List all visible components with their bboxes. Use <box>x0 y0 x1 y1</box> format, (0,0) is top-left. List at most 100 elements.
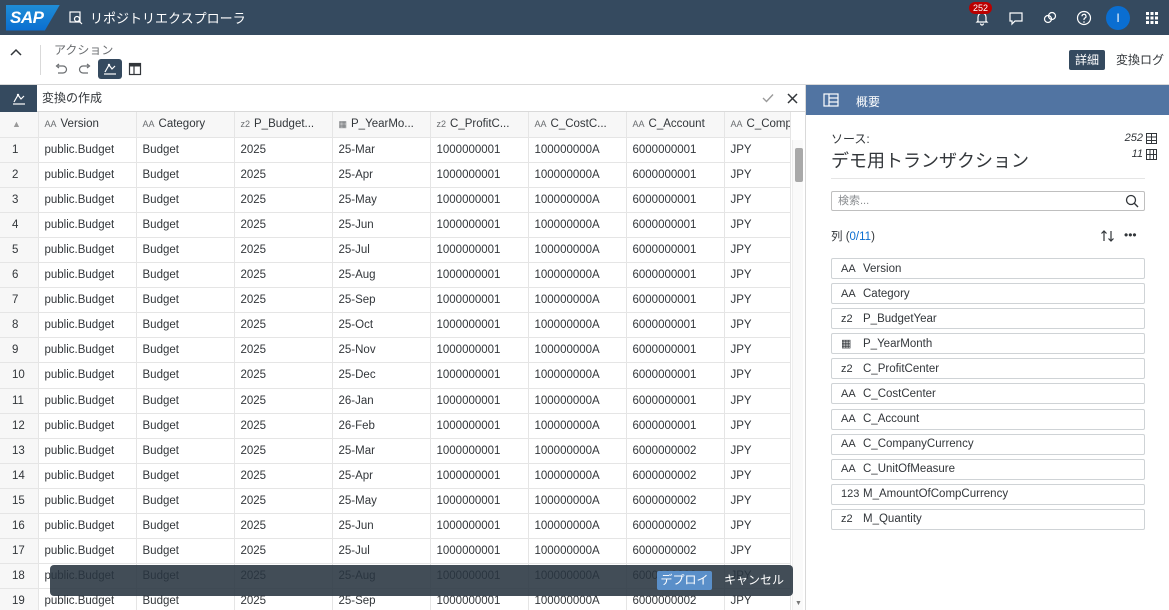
table-cell[interactable]: 100000000A <box>528 337 627 364</box>
row-number[interactable]: 6 <box>0 262 39 289</box>
table-cell[interactable]: Budget <box>136 388 235 414</box>
table-cell[interactable]: 2025 <box>234 187 333 213</box>
table-cell[interactable]: 2025 <box>234 438 333 464</box>
table-cell[interactable]: 1000000001 <box>430 212 529 238</box>
table-cell[interactable]: public.Budget <box>38 388 137 414</box>
table-cell[interactable]: 1000000001 <box>430 287 529 314</box>
table-cell[interactable]: 1000000001 <box>430 388 529 414</box>
table-cell[interactable]: 2025 <box>234 513 333 540</box>
column-list-item[interactable]: AA C_CompanyCurrency <box>831 433 1145 455</box>
deploy-button[interactable]: デプロイ <box>657 571 712 590</box>
table-row[interactable]: 5 public.Budget Budget 2025 25-Jul 1000000001… <box>0 237 791 264</box>
table-cell[interactable]: JPY <box>724 362 791 389</box>
table-cell[interactable]: 6000000001 <box>626 287 725 314</box>
table-cell[interactable]: 25-May <box>332 187 431 213</box>
table-row[interactable]: 9 public.Budget Budget 2025 25-Nov 1000000001… <box>0 337 791 364</box>
table-cell[interactable]: JPY <box>724 388 791 414</box>
table-cell[interactable]: 6000000001 <box>626 237 725 264</box>
table-cell[interactable]: 25-Jun <box>332 513 431 540</box>
table-row[interactable]: 15 public.Budget Budget 2025 25-May 100000000… <box>0 488 791 515</box>
table-cell[interactable]: Budget <box>136 438 235 464</box>
table-cell[interactable]: 6000000001 <box>626 187 725 213</box>
column-list-item[interactable]: z2 C_ProfitCenter <box>831 358 1145 380</box>
column-list-item[interactable]: AA Version <box>831 258 1145 279</box>
table-cell[interactable]: JPY <box>724 488 791 515</box>
table-cell[interactable]: 6000000001 <box>626 212 725 238</box>
table-cell[interactable]: 6000000001 <box>626 312 725 339</box>
table-cell[interactable]: 25-May <box>332 488 431 515</box>
table-cell[interactable]: 2025 <box>234 538 333 565</box>
table-cell[interactable]: 2025 <box>234 362 333 389</box>
table-cell[interactable]: 25-Dec <box>332 362 431 389</box>
table-row[interactable]: 14 public.Budget Budget 2025 25-Apr 100000000… <box>0 463 791 489</box>
column-header[interactable]: z2 C_ProfitC... <box>430 112 529 138</box>
table-cell[interactable]: 100000000A <box>528 162 627 188</box>
sap-logo[interactable]: SAP <box>6 4 60 31</box>
table-cell[interactable]: 1000000001 <box>430 312 529 339</box>
row-number[interactable]: 18 <box>0 563 39 590</box>
more-options-icon[interactable]: ••• <box>1124 228 1142 244</box>
table-cell[interactable]: public.Budget <box>38 337 137 364</box>
table-cell[interactable]: 100000000A <box>528 237 627 264</box>
table-cell[interactable]: 25-Sep <box>332 287 431 314</box>
cancel-button[interactable]: キャンセル <box>724 571 784 590</box>
transform-button[interactable] <box>98 59 122 79</box>
redo-button[interactable] <box>74 59 96 79</box>
table-cell[interactable]: 1000000001 <box>430 463 529 489</box>
table-cell[interactable]: 1000000001 <box>430 162 529 188</box>
table-cell[interactable]: 2025 <box>234 463 333 489</box>
table-cell[interactable]: public.Budget <box>38 463 137 489</box>
table-cell[interactable]: Budget <box>136 513 235 540</box>
help-button[interactable] <box>1067 0 1101 35</box>
details-button[interactable]: 詳細 <box>1069 50 1106 70</box>
table-cell[interactable]: 25-Apr <box>332 463 431 489</box>
table-cell[interactable]: Budget <box>136 262 235 289</box>
table-row[interactable]: 10 public.Budget Budget 2025 25-Dec 100000000… <box>0 362 791 389</box>
row-number[interactable]: 3 <box>0 187 39 213</box>
table-cell[interactable]: 25-Oct <box>332 312 431 339</box>
table-cell[interactable]: JPY <box>724 287 791 314</box>
table-cell[interactable]: 100000000A <box>528 438 627 464</box>
scroll-down-arrow-icon[interactable]: ▼ <box>793 600 804 610</box>
collapse-toolbar-button[interactable] <box>6 43 26 61</box>
row-number[interactable]: 7 <box>0 287 39 314</box>
table-cell[interactable]: public.Budget <box>38 237 137 264</box>
table-cell[interactable]: Budget <box>136 212 235 238</box>
column-list-item[interactable]: AA Category <box>831 283 1145 305</box>
table-row[interactable]: 2 public.Budget Budget 2025 25-Apr 1000000001… <box>0 162 791 188</box>
table-cell[interactable]: 100000000A <box>528 312 627 339</box>
table-cell[interactable]: 2025 <box>234 388 333 414</box>
table-cell[interactable]: JPY <box>724 162 791 188</box>
table-cell[interactable]: Budget <box>136 162 235 188</box>
feedback-button[interactable] <box>999 0 1033 35</box>
row-number[interactable]: 8 <box>0 312 39 339</box>
table-layout-button[interactable] <box>124 59 146 79</box>
table-cell[interactable]: JPY <box>724 212 791 238</box>
column-header[interactable]: ▦ P_YearMo... <box>332 112 431 138</box>
table-cell[interactable]: 100000000A <box>528 262 627 289</box>
table-cell[interactable]: 25-Apr <box>332 162 431 188</box>
table-cell[interactable]: 1000000001 <box>430 262 529 289</box>
table-row[interactable]: 11 public.Budget Budget 2025 26-Jan 100000000… <box>0 388 791 414</box>
table-cell[interactable]: public.Budget <box>38 362 137 389</box>
column-list-item[interactable]: z2 M_Quantity <box>831 508 1145 530</box>
column-header[interactable]: AA Category <box>136 112 235 138</box>
transformation-input[interactable] <box>42 85 742 111</box>
table-cell[interactable]: JPY <box>724 538 791 565</box>
table-cell[interactable]: Budget <box>136 137 235 163</box>
table-row[interactable]: 6 public.Budget Budget 2025 25-Aug 1000000001… <box>0 262 791 289</box>
table-cell[interactable]: 1000000001 <box>430 488 529 515</box>
table-cell[interactable]: JPY <box>724 137 791 163</box>
row-number[interactable]: 17 <box>0 538 39 565</box>
table-cell[interactable]: 1000000001 <box>430 337 529 364</box>
scrollbar-thumb[interactable] <box>795 148 803 182</box>
table-cell[interactable]: 26-Jan <box>332 388 431 414</box>
column-list-item[interactable]: AA C_UnitOfMeasure <box>831 458 1145 480</box>
table-cell[interactable]: 6000000001 <box>626 413 725 439</box>
table-cell[interactable]: 1000000001 <box>430 438 529 464</box>
table-cell[interactable]: 1000000001 <box>430 187 529 213</box>
table-cell[interactable]: 25-Nov <box>332 337 431 364</box>
table-cell[interactable]: 25-Jul <box>332 538 431 565</box>
table-cell[interactable]: 2025 <box>234 413 333 439</box>
table-cell[interactable]: JPY <box>724 438 791 464</box>
